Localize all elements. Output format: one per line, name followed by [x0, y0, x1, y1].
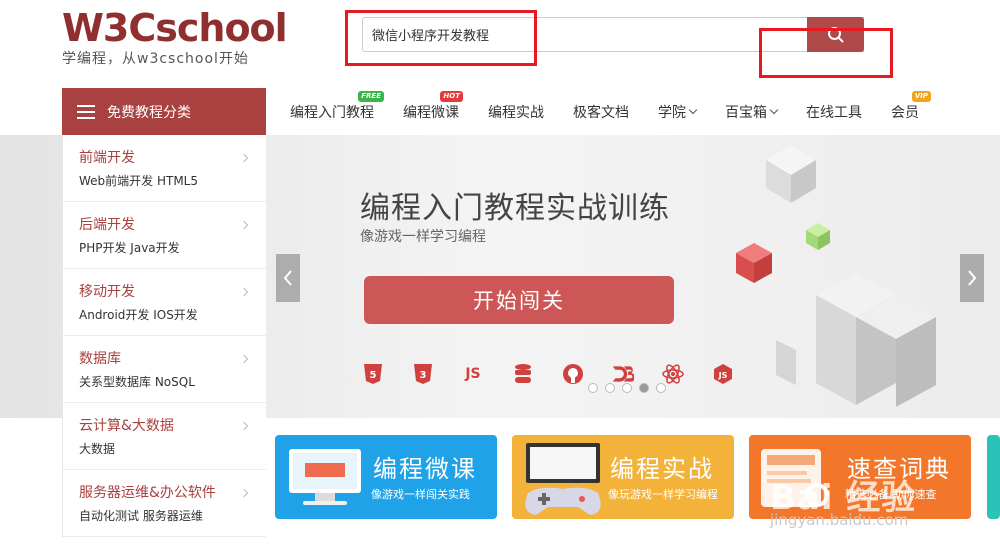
svg-text:3: 3 [420, 370, 427, 381]
slide-dot[interactable] [605, 383, 615, 393]
card-practice[interactable]: 编程实战 像玩游戏一样学习编程 [512, 435, 734, 519]
nodejs-icon: JS [712, 363, 734, 385]
nav-item-practice[interactable]: 编程实战 [488, 102, 544, 122]
nav-item-toolbox[interactable]: 百宝箱 [725, 102, 779, 122]
next-slide-button[interactable] [960, 254, 984, 302]
nav-item-intro[interactable]: 编程入门教程 FREE [290, 90, 384, 122]
html5-icon: 5 [362, 363, 384, 385]
card-subtitle: 像玩游戏一样学习编程 [608, 488, 718, 501]
chevron-right-icon [968, 270, 977, 286]
menu-icon [77, 104, 95, 119]
sidebar-item-title: 云计算&大数据 [79, 418, 174, 434]
card-partial[interactable] [987, 435, 1000, 519]
sidebar-item-sub: 关系型数据库 NoSQL [79, 375, 195, 389]
js-icon: JS [465, 366, 481, 382]
annotation-box-button [759, 28, 893, 78]
nav-label: 编程实战 [488, 104, 544, 121]
annotation-box-search [345, 10, 537, 66]
page: W3Cschool 学编程，从w3cschool开始 免费教程分类 编程入门教程… [0, 0, 1000, 558]
sidebar-item-title: 移动开发 [79, 284, 135, 300]
chevron-down-icon [769, 105, 779, 114]
slide-indicators [588, 383, 673, 393]
sidebar-item-ops[interactable]: 服务器运维&办公软件 自动化测试 服务器运维 [63, 470, 266, 537]
slide-dot[interactable] [588, 383, 598, 393]
sidebar-item-sub: Android开发 IOS开发 [79, 308, 198, 322]
vip-badge: VIP [911, 90, 931, 102]
nav-label: 极客文档 [573, 104, 629, 121]
nav-item-docs[interactable]: 极客文档 [573, 102, 629, 122]
prev-slide-button[interactable] [276, 254, 300, 302]
card-microcourse[interactable]: 编程微课 像游戏一样闯关实践 [275, 435, 497, 519]
sidebar-item-sub: 大数据 [79, 442, 116, 456]
nav-label: 编程入门教程 [290, 104, 374, 121]
watermark-url: jingyan.baidu.com [770, 511, 909, 529]
react-icon [662, 363, 684, 385]
banner-title: 编程入门教程实战训练 [360, 191, 670, 226]
hot-badge: HOT [440, 90, 463, 102]
nav-item-tools[interactable]: 在线工具 [806, 102, 862, 122]
sidebar-item-title: 前端开发 [79, 150, 135, 166]
d3-icon [612, 363, 634, 385]
nav-label: 学院 [658, 104, 686, 121]
sidebar-item-title: 服务器运维&办公软件 [79, 485, 216, 501]
logo-slogan: 学编程，从w3cschool开始 [62, 51, 249, 67]
slide-dot[interactable] [656, 383, 666, 393]
sidebar-item-frontend[interactable]: 前端开发 Web前端开发 HTML5 [63, 135, 266, 202]
slide-dot-active[interactable] [639, 383, 649, 393]
sidebar-item-mobile[interactable]: 移动开发 Android开发 IOS开发 [63, 269, 266, 336]
card-title: 编程微课 [373, 455, 477, 483]
banner-subtitle: 像游戏一样学习编程 [360, 229, 486, 245]
chevron-left-icon [283, 270, 292, 286]
tech-icons: 5 3 JS JS [362, 363, 762, 385]
nav-label: 会员 [891, 104, 919, 121]
github-icon [562, 363, 584, 385]
monitor-icon [289, 449, 361, 505]
w3cschool-logo[interactable]: W3Cschool 学编程，从w3cschool开始 [62, 6, 288, 68]
nav-item-academy[interactable]: 学院 [658, 102, 698, 122]
banner-slide[interactable]: 编程入门教程实战训练 像游戏一样学习编程 开始闯关 5 3 JS JS [266, 135, 1000, 418]
nav-item-vip[interactable]: 会员 VIP [891, 90, 931, 122]
main-nav: 编程入门教程 FREE 编程微课 HOT 编程实战 极客文档 学院 百宝箱 在线… [290, 88, 948, 135]
sidebar-item-backend[interactable]: 后端开发 PHP开发 Java开发 [63, 202, 266, 269]
nav-label: 百宝箱 [725, 104, 767, 121]
gamepad-icon [525, 443, 601, 515]
logo-text: W3Cschool [62, 6, 288, 50]
svg-text:5: 5 [370, 370, 377, 381]
chevron-down-icon [688, 105, 698, 114]
card-subtitle: 像游戏一样闯关实践 [371, 488, 470, 501]
nav-label: 编程微课 [403, 104, 459, 121]
cube-illustration [736, 145, 936, 407]
nav-label: 在线工具 [806, 104, 862, 121]
category-sidebar: 前端开发 Web前端开发 HTML5 后端开发 PHP开发 Java开发 移动开… [62, 135, 266, 537]
card-title: 编程实战 [610, 455, 714, 483]
css3-icon: 3 [412, 363, 434, 385]
free-badge: FREE [358, 90, 384, 102]
sidebar-item-cloud[interactable]: 云计算&大数据 大数据 [63, 403, 266, 470]
start-button[interactable]: 开始闯关 [364, 276, 674, 324]
sidebar-item-sub: PHP开发 Java开发 [79, 241, 180, 255]
sidebar-item-sub: 自动化测试 服务器运维 [79, 509, 203, 523]
slide-dot[interactable] [622, 383, 632, 393]
database-icon [512, 363, 534, 385]
sidebar-item-sub: Web前端开发 HTML5 [79, 174, 199, 188]
sidebar-item-database[interactable]: 数据库 关系型数据库 NoSQL [63, 336, 266, 403]
sidebar-item-title: 后端开发 [79, 217, 135, 233]
svg-text:JS: JS [718, 371, 728, 380]
category-label: 免费教程分类 [107, 104, 191, 121]
nav-item-microcourse[interactable]: 编程微课 HOT [403, 90, 463, 122]
sidebar-item-title: 数据库 [79, 351, 121, 367]
category-menu-button[interactable]: 免费教程分类 [62, 88, 266, 135]
